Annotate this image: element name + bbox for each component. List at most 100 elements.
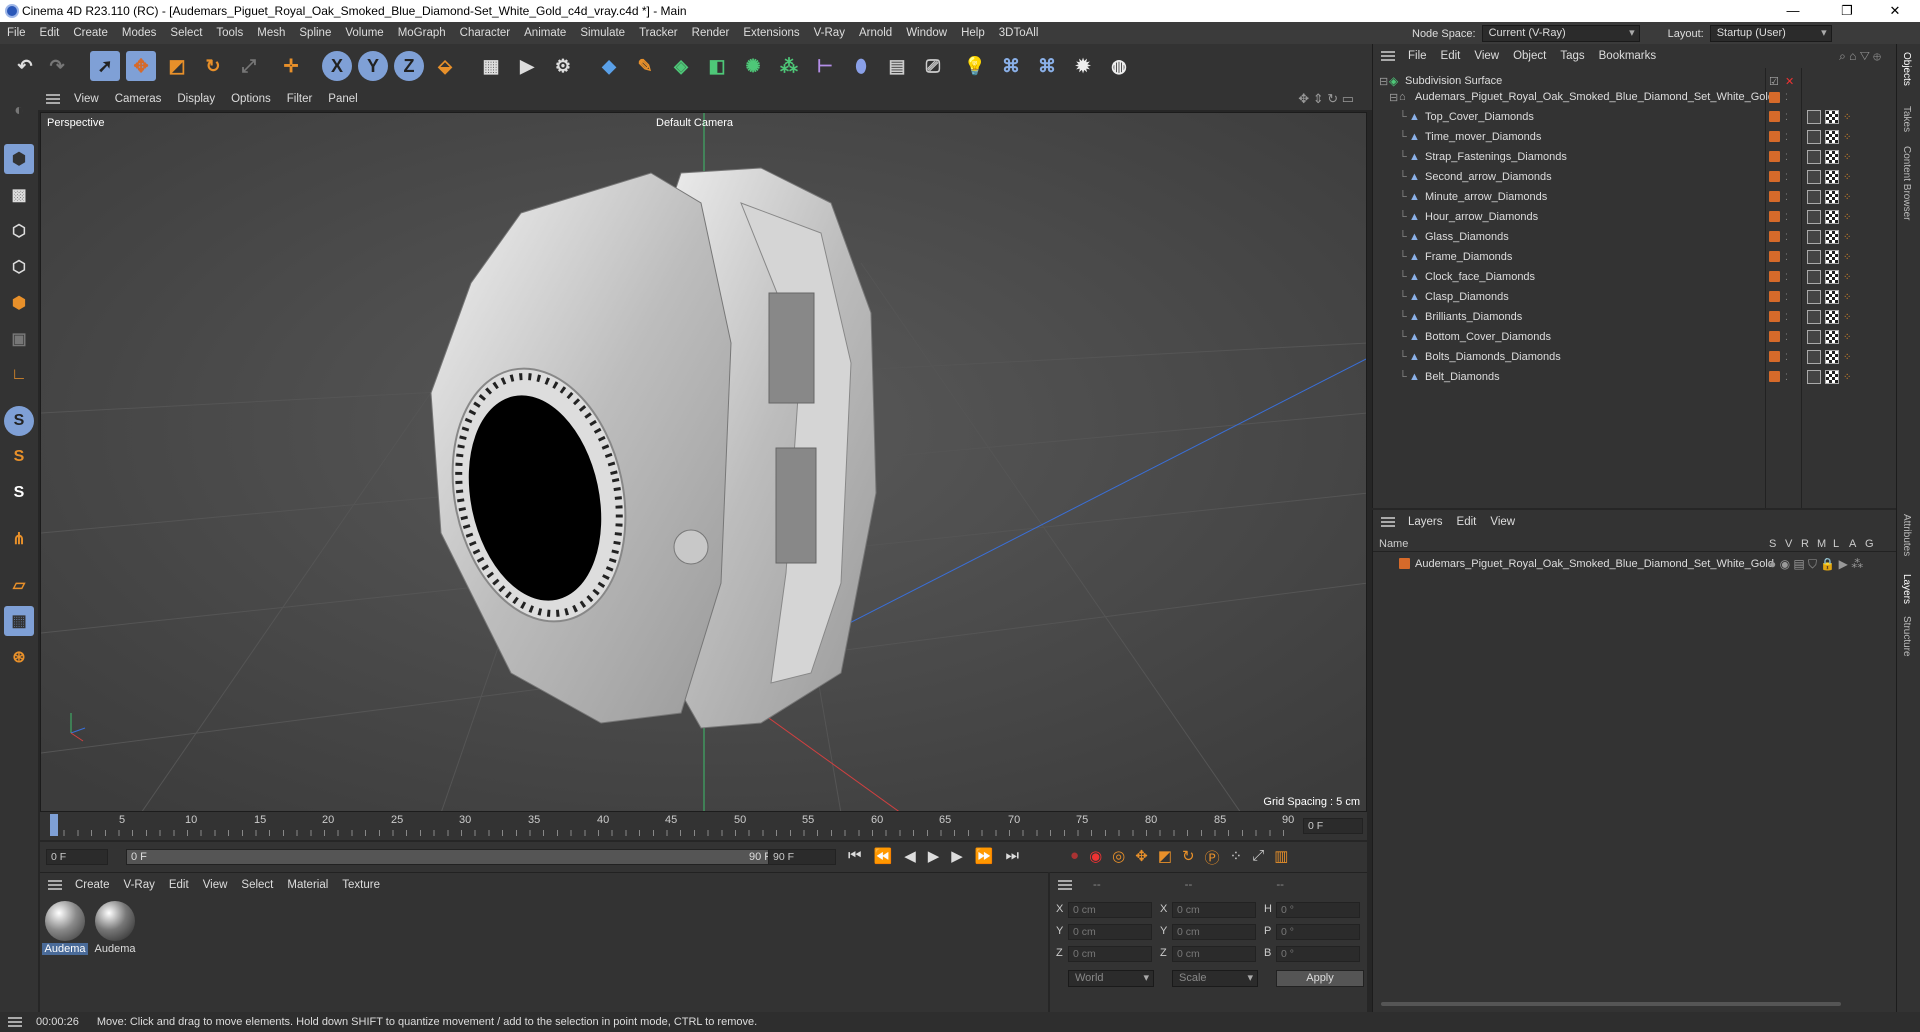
select-tool-icon[interactable]: ➚ (90, 51, 120, 81)
frame-range-slider[interactable]: 0 F 90 F (126, 849, 790, 865)
object-menu-icon[interactable] (1381, 51, 1395, 61)
next-frame-icon[interactable]: ▶ (951, 847, 963, 865)
vray-tag-icon[interactable]: ⁘ (1843, 112, 1851, 123)
viewport-nav-icons[interactable]: ✥ ⇕ ↻ ▭ (1290, 91, 1362, 107)
menu-modes[interactable]: Modes (115, 27, 164, 39)
size-z-field[interactable]: 0 cm (1172, 946, 1256, 962)
record-icon[interactable]: ● (1070, 847, 1079, 868)
vray-tag-icon[interactable]: ⁘ (1843, 132, 1851, 143)
visibility-dots-icon[interactable]: ⁚ (1785, 312, 1788, 323)
timeline-window-icon[interactable]: ▥ (1274, 847, 1288, 868)
subdivision-icon[interactable]: ◈ (666, 51, 696, 81)
material-tag-icon[interactable] (1825, 210, 1839, 224)
phong-tag-icon[interactable] (1807, 150, 1821, 164)
size-y-field[interactable]: 0 cm (1172, 924, 1256, 940)
object-row[interactable]: └ ▲ Bolts_Diamonds_Diamonds ⁚ ⁘ (1373, 347, 1897, 367)
key-selection-icon[interactable]: ◎ (1112, 847, 1125, 868)
model-mode-icon[interactable]: ⬢ (4, 144, 34, 174)
coord-system-dropdown[interactable]: World (1068, 970, 1154, 987)
phong-tag-icon[interactable] (1807, 230, 1821, 244)
visibility-dots-icon[interactable]: ⁚ (1785, 192, 1788, 203)
phong-tag-icon[interactable] (1807, 110, 1821, 124)
menu-volume[interactable]: Volume (338, 27, 390, 39)
material-tag-icon[interactable] (1825, 250, 1839, 264)
layer-color-icon[interactable] (1769, 351, 1780, 362)
object-row-group[interactable]: ⊟ ⌂ Audemars_Piguet_Royal_Oak_Smoked_Blu… (1373, 87, 1897, 107)
object-row[interactable]: └ ▲ Hour_arrow_Diamonds ⁚ ⁘ (1373, 207, 1897, 227)
mat-menu-material[interactable]: Material (280, 879, 335, 891)
vray-tag-icon[interactable]: ⁘ (1843, 312, 1851, 323)
phong-tag-icon[interactable] (1807, 330, 1821, 344)
menu-tools[interactable]: Tools (209, 27, 250, 39)
menu-tracker[interactable]: Tracker (632, 27, 685, 39)
obj-menu-object[interactable]: Object (1506, 50, 1553, 62)
rot-p-field[interactable]: 0 ° (1276, 924, 1360, 940)
vray-tag-icon[interactable]: ⁘ (1843, 372, 1851, 383)
visibility-dots-icon[interactable]: ⁚ (1785, 252, 1788, 263)
obj-menu-file[interactable]: File (1401, 50, 1434, 62)
current-frame-field[interactable]: 0 F (1303, 818, 1363, 834)
status-menu-icon[interactable] (8, 1017, 22, 1027)
obj-menu-bookmarks[interactable]: Bookmarks (1592, 50, 1664, 62)
material-tag-icon[interactable] (1825, 170, 1839, 184)
phong-tag-icon[interactable] (1807, 130, 1821, 144)
material-tag-icon[interactable] (1825, 350, 1839, 364)
size-x-field[interactable]: 0 cm (1172, 902, 1256, 918)
vray-tag-icon[interactable]: ⁘ (1843, 352, 1851, 363)
menu-arnold[interactable]: Arnold (852, 27, 899, 39)
material-tag-icon[interactable] (1825, 130, 1839, 144)
material-tag-icon[interactable] (1825, 150, 1839, 164)
play-icon[interactable]: ▶ (928, 847, 940, 865)
collapse-icon[interactable]: ⊟ (1379, 75, 1388, 88)
obj-menu-tags[interactable]: Tags (1553, 50, 1591, 62)
tab-takes[interactable]: Takes (1901, 106, 1912, 132)
python-script-icon[interactable]: ⌘ (1032, 51, 1062, 81)
z-axis-icon[interactable]: Z (394, 51, 424, 81)
make-editable-icon[interactable]: ◐ (4, 96, 34, 126)
phong-tag-icon[interactable] (1807, 210, 1821, 224)
menu-window[interactable]: Window (899, 27, 954, 39)
vray-tag-icon[interactable]: ⁘ (1843, 292, 1851, 303)
menu-mesh[interactable]: Mesh (250, 27, 292, 39)
menu-vray[interactable]: V-Ray (807, 27, 852, 39)
material-tag-icon[interactable] (1825, 310, 1839, 324)
phong-tag-icon[interactable] (1807, 350, 1821, 364)
visibility-dots-icon[interactable]: ⁚ (1785, 152, 1788, 163)
layer-color-icon[interactable] (1769, 211, 1780, 222)
menu-extensions[interactable]: Extensions (736, 27, 806, 39)
layer-color-icon[interactable] (1769, 311, 1780, 322)
tab-structure[interactable]: Structure (1901, 616, 1912, 657)
recent-tool-icon[interactable]: ⤢ (234, 51, 264, 81)
grid-icon[interactable]: ▦ (4, 606, 34, 636)
menu-animate[interactable]: Animate (517, 27, 573, 39)
start-frame-field[interactable]: 0 F (46, 849, 108, 865)
pos-z-field[interactable]: 0 cm (1068, 946, 1152, 962)
phong-tag-icon[interactable] (1807, 250, 1821, 264)
cloner-icon[interactable]: ✺ (738, 51, 768, 81)
layer-color-icon[interactable] (1769, 151, 1780, 162)
collapse-icon[interactable]: ⊟ (1389, 91, 1398, 104)
visibility-dots-icon[interactable]: ⁚ (1785, 272, 1788, 283)
add-object-icon[interactable]: ✛ (276, 51, 306, 81)
end-frame-field[interactable]: 90 F (768, 849, 836, 865)
phong-tag-icon[interactable] (1807, 310, 1821, 324)
phong-tag-icon[interactable] (1807, 290, 1821, 304)
key-position-icon[interactable]: ✥ (1135, 847, 1148, 868)
layer-color-icon[interactable] (1769, 331, 1780, 342)
key-pla-icon[interactable]: ⁘ (1230, 847, 1243, 868)
search-icon[interactable]: ⌕ ⌂ ▽ ⊕ (1832, 49, 1888, 64)
material-swatch[interactable]: Audema (92, 901, 138, 955)
extrude-icon[interactable]: ◧ (702, 51, 732, 81)
uv-mode-icon[interactable]: ▣ (4, 324, 34, 354)
vray-tag-icon[interactable]: ⁘ (1843, 272, 1851, 283)
rot-h-field[interactable]: 0 ° (1276, 902, 1360, 918)
auto-key-icon[interactable]: ◉ (1089, 847, 1102, 868)
object-row[interactable]: └ ▲ Time_mover_Diamonds ⁚ ⁘ (1373, 127, 1897, 147)
phong-tag-icon[interactable] (1807, 270, 1821, 284)
layout-dropdown[interactable]: Startup (User) (1709, 25, 1832, 42)
next-key-icon[interactable]: ⏩ (975, 847, 994, 865)
menu-render[interactable]: Render (685, 27, 737, 39)
phong-tag-icon[interactable] (1807, 190, 1821, 204)
snap-settings-icon[interactable]: S (4, 442, 34, 472)
coords-menu-icon[interactable] (1058, 880, 1072, 890)
